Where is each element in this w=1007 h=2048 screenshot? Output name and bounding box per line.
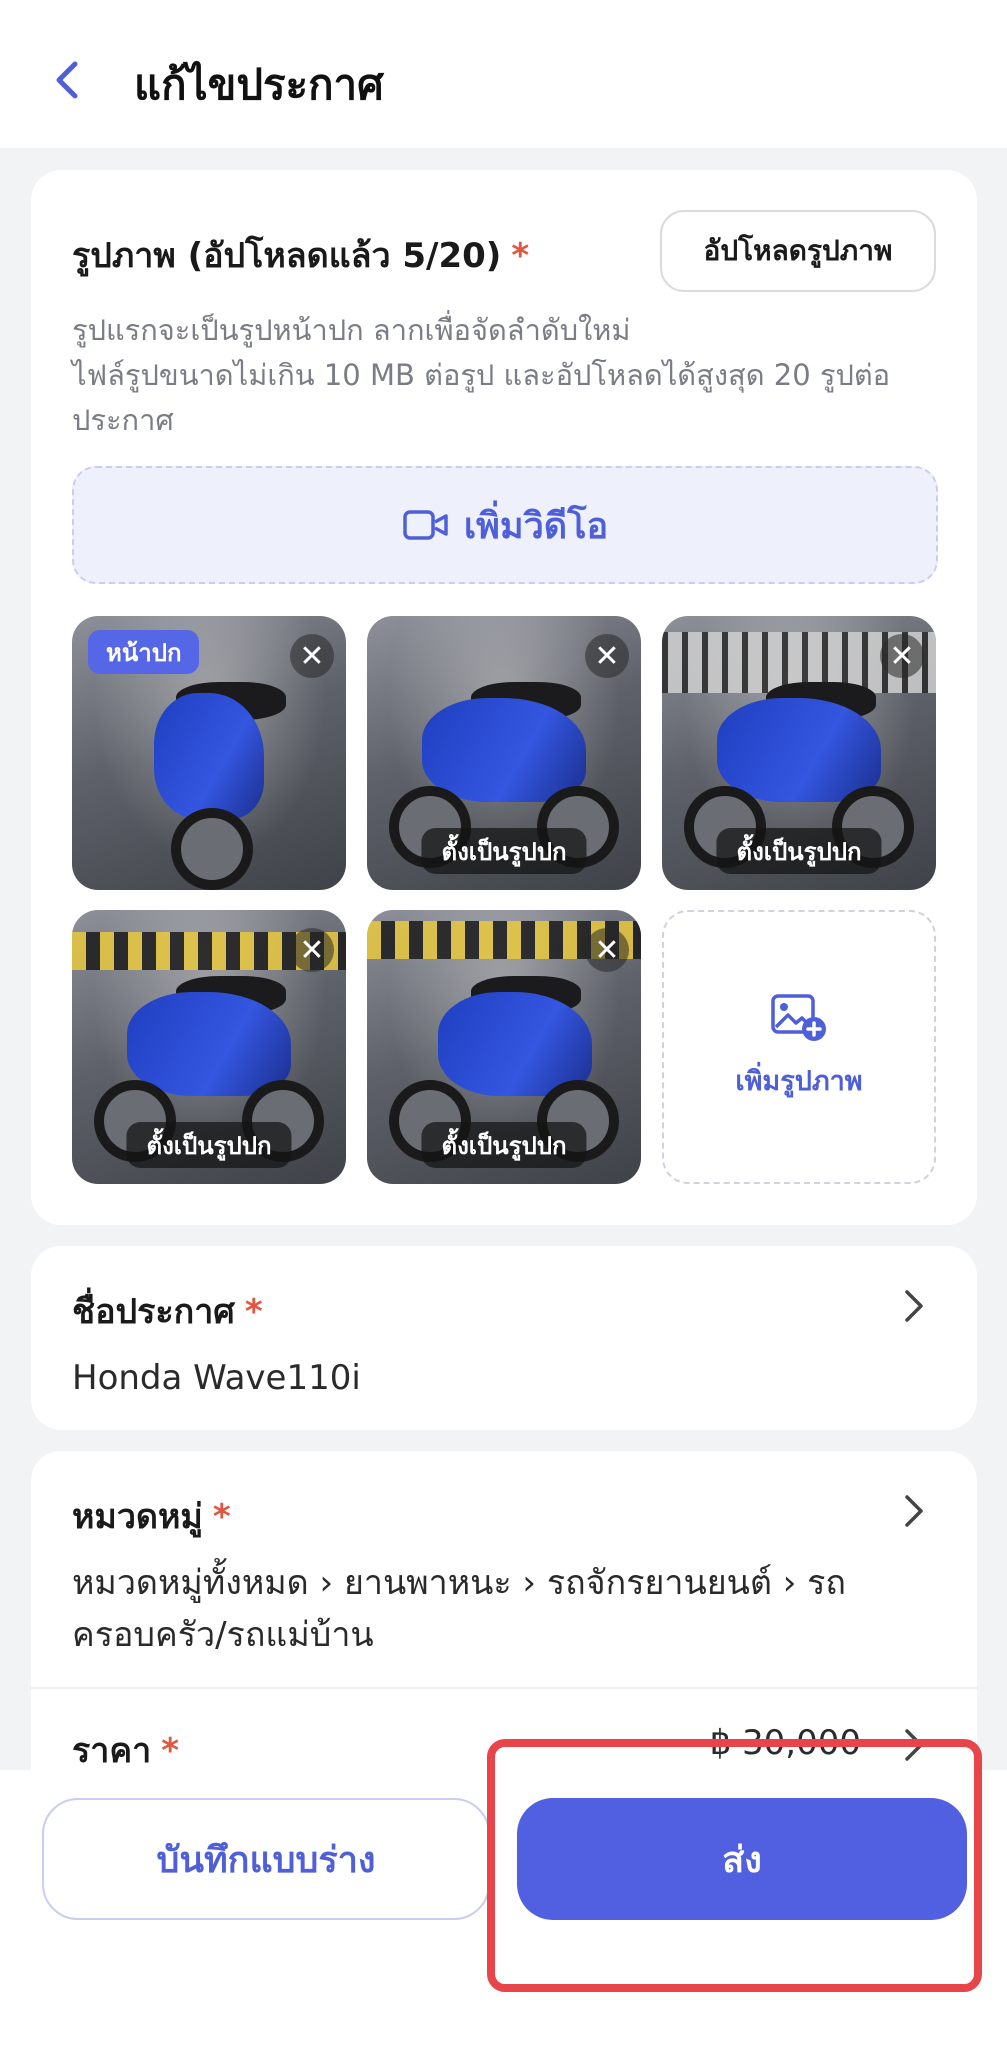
required-mark: * bbox=[511, 236, 530, 276]
upload-photos-button[interactable]: อัปโหลดรูปภาพ bbox=[660, 210, 936, 292]
add-image-icon bbox=[771, 993, 826, 1041]
remove-photo-icon[interactable]: ✕ bbox=[290, 634, 334, 678]
set-cover-button[interactable]: ตั้งเป็นรูปปก bbox=[421, 828, 587, 874]
save-draft-button[interactable]: บันทึกแบบร่าง bbox=[42, 1798, 490, 1920]
app-header: แก้ไขประกาศ bbox=[0, 0, 1007, 148]
remove-photo-icon[interactable]: ✕ bbox=[585, 928, 629, 972]
add-video-button[interactable]: เพิ่มวิดีโอ bbox=[72, 466, 938, 584]
listing-title-value: Honda Wave110i bbox=[72, 1358, 361, 1398]
video-camera-icon bbox=[403, 510, 448, 540]
photo-thumbnail-2[interactable]: ✕ ตั้งเป็นรูปปก bbox=[367, 616, 641, 890]
add-photo-label: เพิ่มรูปภาพ bbox=[735, 1065, 863, 1097]
photos-card: รูปภาพ (อัปโหลดแล้ว 5/20) * อัปโหลดรูปภาพ… bbox=[31, 170, 977, 1225]
category-label: หมวดหมู่ * bbox=[72, 1489, 231, 1543]
photos-description-line2: ไฟล์รูปขนาดไม่เกิน 10 MB ต่อรูป และอัปโห… bbox=[72, 358, 891, 437]
photos-title-text: รูปภาพ (อัปโหลดแล้ว 5/20) bbox=[72, 236, 502, 276]
photo-thumbnail-4[interactable]: ✕ ตั้งเป็นรูปปก bbox=[72, 910, 346, 1184]
back-button[interactable] bbox=[46, 56, 86, 104]
chevron-right-icon bbox=[905, 1495, 923, 1527]
photo-thumbnail-5[interactable]: ✕ ตั้งเป็นรูปปก bbox=[367, 910, 641, 1184]
listing-title-label: ชื่อประกาศ * bbox=[72, 1284, 263, 1338]
category-label-text: หมวดหมู่ bbox=[72, 1497, 203, 1537]
photo-thumbnail-3[interactable]: ✕ ตั้งเป็นรูปปก bbox=[662, 616, 936, 890]
chevron-right-icon bbox=[905, 1290, 923, 1322]
photos-section-title: รูปภาพ (อัปโหลดแล้ว 5/20) * bbox=[72, 228, 529, 282]
add-video-label: เพิ่มวิดีโอ bbox=[463, 505, 609, 547]
set-cover-button[interactable]: ตั้งเป็นรูปปก bbox=[716, 828, 882, 874]
set-cover-button[interactable]: ตั้งเป็นรูปปก bbox=[126, 1122, 292, 1168]
cover-badge: หน้าปก bbox=[88, 630, 200, 674]
chevron-left-icon bbox=[56, 61, 78, 99]
listing-title-label-text: ชื่อประกาศ bbox=[72, 1292, 235, 1332]
required-mark: * bbox=[212, 1497, 231, 1537]
category-value: หมวดหมู่ทั้งหมด › ยานพาหนะ › รถจักรยานยน… bbox=[72, 1563, 847, 1655]
required-mark: * bbox=[244, 1292, 263, 1332]
add-photo-button[interactable]: เพิ่มรูปภาพ bbox=[662, 910, 936, 1184]
remove-photo-icon[interactable]: ✕ bbox=[585, 634, 629, 678]
photos-description: รูปแรกจะเป็นรูปหน้าปก ลากเพื่อจัดลำดับให… bbox=[72, 308, 952, 443]
highlight-box bbox=[487, 1739, 982, 1992]
required-mark: * bbox=[161, 1731, 179, 1771]
listing-title-field[interactable]: ชื่อประกาศ * Honda Wave110i bbox=[31, 1246, 977, 1430]
remove-photo-icon[interactable]: ✕ bbox=[880, 634, 924, 678]
price-label: ราคา * bbox=[72, 1723, 179, 1777]
divider bbox=[31, 1687, 977, 1689]
photos-description-line1: รูปแรกจะเป็นรูปหน้าปก ลากเพื่อจัดลำดับให… bbox=[72, 313, 631, 347]
photo-thumbnail-1[interactable]: หน้าปก ✕ bbox=[72, 616, 346, 890]
set-cover-button[interactable]: ตั้งเป็นรูปปก bbox=[421, 1122, 587, 1168]
page-title: แก้ไขประกาศ bbox=[134, 60, 384, 109]
remove-photo-icon[interactable]: ✕ bbox=[290, 928, 334, 972]
price-label-text: ราคา bbox=[72, 1731, 152, 1771]
